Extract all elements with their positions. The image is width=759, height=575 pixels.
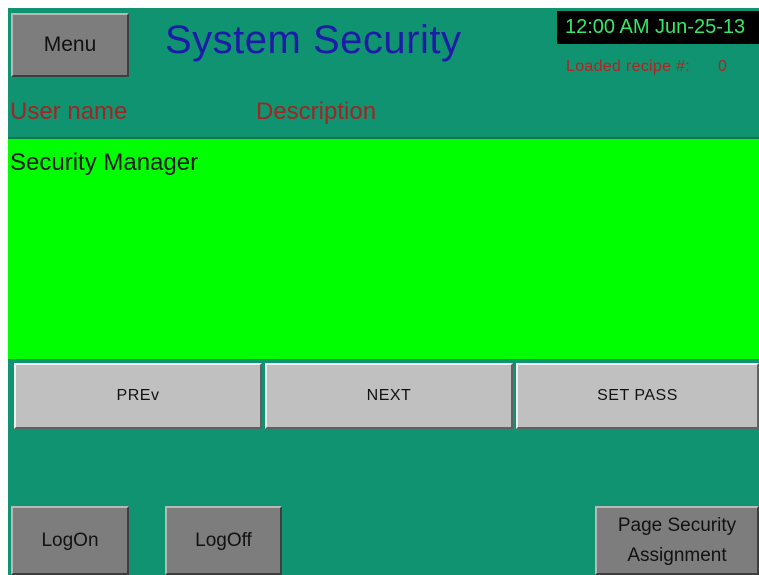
page-security-label-line2: Assignment [627, 544, 727, 566]
logon-button[interactable]: LogOn [11, 506, 129, 575]
column-header-user-name: User name [10, 98, 128, 125]
user-list[interactable]: Security Manager [8, 137, 759, 359]
menu-button[interactable]: Menu [11, 13, 129, 77]
page-security-assignment-button[interactable]: Page Security Assignment [595, 506, 759, 575]
prev-button[interactable]: PREv [14, 363, 262, 429]
user-list-header: User name Description [8, 94, 759, 134]
hmi-screen: Menu System Security 12:00 AM Jun-25-13 … [8, 8, 759, 575]
loaded-recipe-label: Loaded recipe #: [566, 58, 691, 75]
page-title: System Security [165, 18, 462, 62]
logoff-button[interactable]: LogOff [165, 506, 282, 575]
list-item[interactable]: Security Manager [10, 149, 198, 177]
datetime-display: 12:00 AM Jun-25-13 [557, 11, 759, 44]
loaded-recipe-indicator: Loaded recipe #: 0 [566, 58, 727, 76]
set-pass-button[interactable]: SET PASS [516, 363, 759, 429]
next-button[interactable]: NEXT [265, 363, 513, 429]
column-header-description: Description [256, 98, 377, 125]
loaded-recipe-value: 0 [718, 58, 728, 75]
page-security-label-line1: Page Security [617, 514, 737, 536]
